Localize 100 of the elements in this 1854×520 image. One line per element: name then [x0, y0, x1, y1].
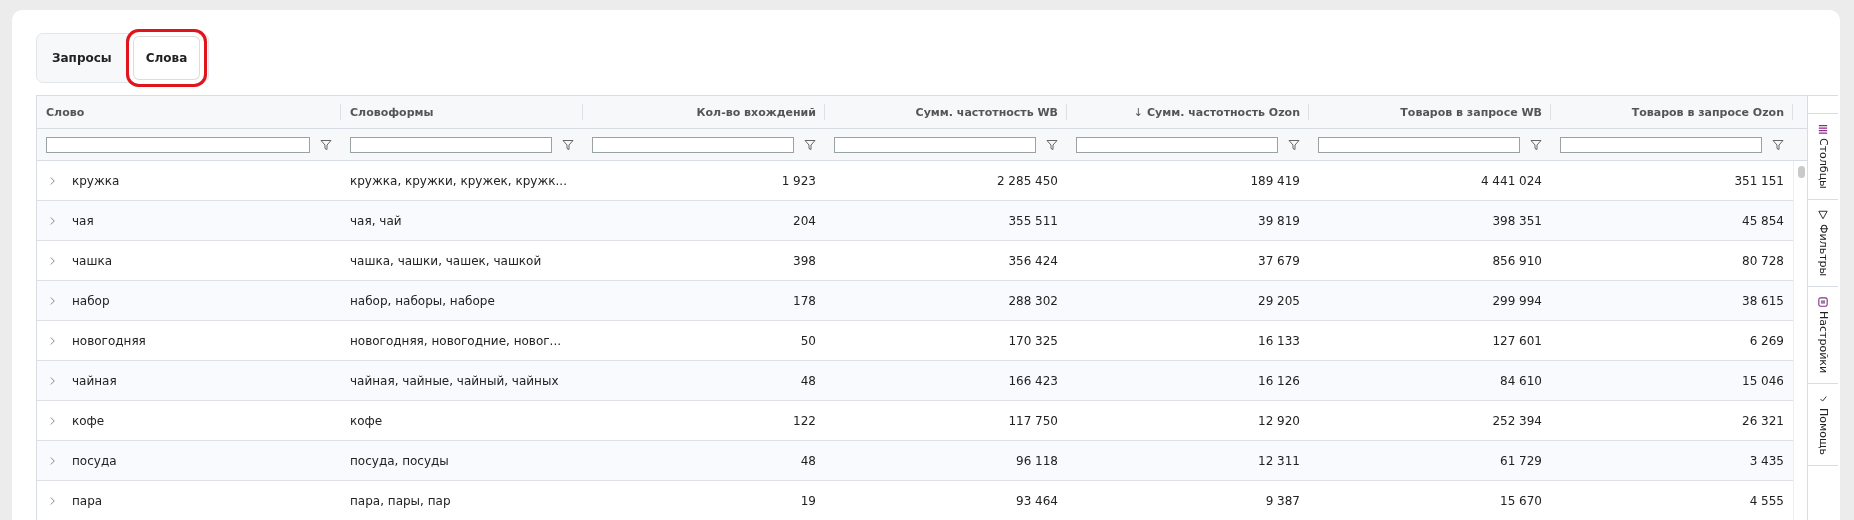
table-cell: 2 285 450 [996, 173, 1058, 188]
table-cell: чашка [72, 253, 113, 268]
table-cell: 26 321 [1742, 413, 1784, 428]
filter-input[interactable] [1560, 136, 1762, 153]
settings-icon [1818, 297, 1828, 308]
column-header[interactable]: Товаров в запросе WB [1309, 96, 1551, 128]
expand-chevron-icon[interactable] [49, 175, 56, 186]
expand-chevron-icon[interactable] [49, 495, 56, 506]
expand-chevron-icon[interactable] [49, 335, 56, 346]
column-header[interactable]: Слово [37, 96, 341, 128]
column-header[interactable]: Товаров в запросе Ozon [1551, 96, 1793, 128]
table-cell: 288 302 [1008, 293, 1058, 308]
column-header[interactable]: ↓ Сумм. частотность Ozon [1067, 96, 1309, 128]
table-cell: 48 [800, 453, 816, 468]
table-cell: чашка, чашки, чашек, чашкой [350, 253, 542, 268]
table-cell: 856 910 [1492, 253, 1542, 268]
filter-input[interactable] [1318, 136, 1520, 153]
table-cell: 4 555 [1749, 493, 1784, 508]
table-cell: 16 133 [1258, 333, 1300, 348]
table-cell: кофе [350, 413, 383, 428]
table-cell: 4 441 024 [1480, 173, 1542, 188]
table-cell: 19 [800, 493, 816, 508]
table-cell: набор, наборы, наборе [350, 293, 495, 308]
filter-icon[interactable] [1530, 138, 1542, 151]
table-cell: 16 126 [1258, 373, 1300, 388]
table-cell: кружка [72, 173, 120, 188]
filter-input[interactable] [350, 136, 552, 153]
table-cell: посуда [72, 453, 117, 468]
column-title: Товаров в запросе Ozon [1631, 105, 1784, 119]
filter-icon[interactable] [1288, 138, 1300, 151]
tab[interactable]: Запросы [40, 37, 124, 79]
table-cell: 93 464 [1016, 493, 1058, 508]
table-cell: 3 435 [1749, 453, 1784, 468]
table-cell: 204 [793, 213, 816, 228]
table-cell: новогодняя, новогодние, новог... [350, 333, 561, 348]
table-cell: новогодняя [72, 333, 146, 348]
table-cell: 178 [793, 293, 816, 308]
column-title: Словоформы [350, 105, 434, 119]
table-cell: 398 351 [1492, 213, 1542, 228]
filter-icon[interactable] [562, 138, 574, 151]
column-title: Слово [46, 105, 85, 119]
table-cell: 170 325 [1008, 333, 1058, 348]
table-cell: 39 819 [1258, 213, 1300, 228]
column-title: Сумм. частотность Ozon [1146, 105, 1300, 119]
table-cell: 48 [800, 373, 816, 388]
filter-icon[interactable] [1046, 138, 1058, 151]
column-header[interactable]: Сумм. частотность WB [825, 96, 1067, 128]
table-cell: 117 750 [1008, 413, 1058, 428]
expand-chevron-icon[interactable] [49, 295, 56, 306]
table-cell: 127 601 [1492, 333, 1542, 348]
column-title: Кол-во вхождений [696, 105, 816, 119]
column-title: Сумм. частотность WB [915, 105, 1058, 119]
scrollbar-thumb[interactable] [1798, 166, 1805, 178]
table-cell: 398 [793, 253, 816, 268]
table-cell: 356 424 [1008, 253, 1058, 268]
column-title: Товаров в запросе WB [1400, 105, 1542, 119]
expand-chevron-icon[interactable] [49, 255, 56, 266]
table-cell: 6 269 [1749, 333, 1784, 348]
filter-icon[interactable] [320, 138, 332, 151]
expand-chevron-icon[interactable] [49, 375, 56, 386]
table-cell: 45 854 [1742, 213, 1784, 228]
table-cell: 80 728 [1742, 253, 1784, 268]
filter-icon[interactable] [804, 138, 816, 151]
table-cell: 252 394 [1492, 413, 1542, 428]
table-cell: 122 [793, 413, 816, 428]
sort-arrow: ↓ [1133, 105, 1143, 119]
table-cell: 351 151 [1734, 173, 1784, 188]
check-icon [1818, 394, 1828, 405]
table-cell: 12 311 [1258, 453, 1300, 468]
table-cell: 38 615 [1742, 293, 1784, 308]
table-cell: кружка, кружки, кружек, кружк... [350, 173, 567, 188]
table-cell: чайная, чайные, чайный, чайных [350, 373, 559, 388]
table-cell: 96 118 [1016, 453, 1058, 468]
filter-input[interactable] [834, 136, 1036, 153]
table-cell: пара, пары, пар [350, 493, 451, 508]
table-cell: 37 679 [1258, 253, 1300, 268]
filter-icon [1818, 209, 1828, 220]
filter-input[interactable] [1076, 136, 1278, 153]
table-cell: чая [72, 213, 94, 228]
table-cell: посуда, посуды [350, 453, 449, 468]
table-cell: 61 729 [1500, 453, 1542, 468]
column-header[interactable]: Словоформы [341, 96, 583, 128]
column-header[interactable]: Кол-во вхождений [583, 96, 825, 128]
columns-icon [1818, 124, 1828, 134]
table-cell: 9 387 [1265, 493, 1300, 508]
table-cell: чайная [72, 373, 117, 388]
table-cell: 12 920 [1258, 413, 1300, 428]
filter-icon[interactable] [1772, 138, 1784, 151]
table-cell: 84 610 [1500, 373, 1542, 388]
table-cell: 29 205 [1258, 293, 1300, 308]
expand-chevron-icon[interactable] [49, 415, 56, 426]
table-cell: чая, чай [350, 213, 402, 228]
filter-input[interactable] [46, 136, 310, 153]
table-cell: 15 670 [1500, 493, 1542, 508]
expand-chevron-icon[interactable] [49, 455, 56, 466]
table-cell: 166 423 [1008, 373, 1058, 388]
expand-chevron-icon[interactable] [49, 215, 56, 226]
table-cell: 189 419 [1250, 173, 1300, 188]
filter-input[interactable] [592, 136, 794, 153]
table-cell: пара [72, 493, 103, 508]
